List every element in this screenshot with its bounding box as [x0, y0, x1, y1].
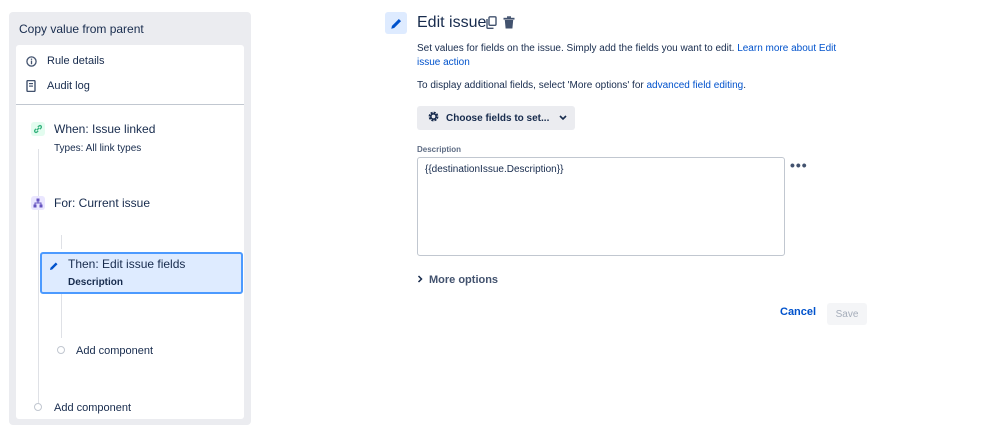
rule-name: Copy value from parent: [19, 22, 144, 36]
audit-log-link[interactable]: Audit log: [25, 78, 90, 94]
connector-line: [38, 149, 39, 409]
page-title: Edit issue: [417, 14, 487, 31]
choose-fields-label: Choose fields to set...: [446, 112, 550, 124]
description-text: Set values for fields on the issue. Simp…: [417, 43, 738, 54]
trash-icon[interactable]: [503, 16, 515, 32]
info-icon: [25, 55, 37, 67]
cancel-button[interactable]: Cancel: [780, 306, 816, 318]
add-component-outer[interactable]: Add component: [54, 402, 131, 414]
link-icon: [31, 122, 45, 136]
trigger-subtitle: Types: All link types: [54, 143, 142, 154]
advanced-editing-hint: To display additional fields, select 'Mo…: [417, 80, 746, 91]
pencil-icon: [49, 261, 59, 274]
add-component-inner[interactable]: Add component: [76, 345, 153, 357]
rule-steps-panel: Rule details Audit log When: Issue linke…: [16, 45, 244, 419]
choose-fields-button[interactable]: Choose fields to set...: [417, 106, 575, 130]
rule-sidebar: Copy value from parent Rule details Audi…: [9, 12, 251, 425]
document-icon: [25, 80, 37, 92]
action-title: Then: Edit issue fields: [68, 257, 186, 271]
add-component-dot-outer: [34, 403, 42, 411]
rule-details-link[interactable]: Rule details: [25, 53, 104, 69]
trigger-title[interactable]: When: Issue linked: [54, 122, 155, 136]
more-options-label: More options: [429, 274, 499, 286]
hierarchy-icon: [31, 196, 45, 210]
save-button[interactable]: Save: [827, 303, 867, 325]
gear-icon: [427, 110, 440, 126]
description-field[interactable]: {{destinationIssue.Description}}: [417, 157, 785, 256]
field-more-actions-button[interactable]: •••: [790, 158, 808, 172]
audit-log-label: Audit log: [47, 80, 90, 92]
branch-title[interactable]: For: Current issue: [54, 196, 150, 210]
action-description: Set values for fields on the issue. Simp…: [417, 42, 857, 70]
rule-details-label: Rule details: [47, 55, 105, 67]
edit-issue-icon: [385, 12, 407, 34]
more-options-toggle[interactable]: More options: [417, 274, 498, 286]
chevron-down-icon: [559, 113, 567, 124]
action-card-selected[interactable]: Then: Edit issue fields Description: [40, 252, 243, 294]
advanced-field-editing-link[interactable]: advanced field editing: [647, 80, 744, 91]
chevron-right-icon: [417, 274, 423, 286]
hint-end: .: [743, 80, 747, 91]
description-field-label: Description: [417, 145, 462, 154]
action-subtitle: Description: [68, 277, 124, 288]
copy-icon[interactable]: [486, 16, 497, 32]
hint-text: To display additional fields, select 'Mo…: [417, 80, 647, 91]
connector-line-branch-bottom: [61, 293, 62, 338]
connector-line-branch: [61, 235, 62, 249]
add-component-dot: [57, 346, 65, 354]
divider: [16, 104, 244, 105]
